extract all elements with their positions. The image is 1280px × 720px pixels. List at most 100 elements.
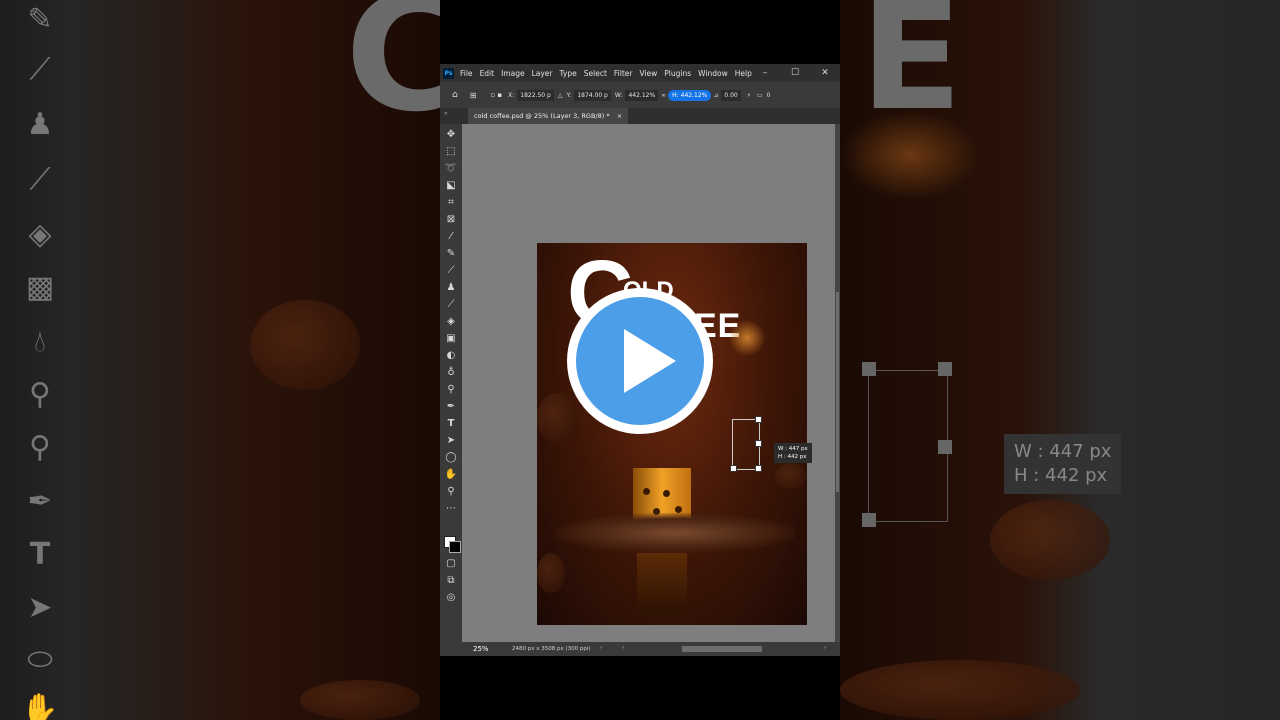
vertical-scrollbar[interactable] [835, 124, 840, 642]
menu-select[interactable]: Select [584, 69, 607, 78]
blurred-beans-bottom [300, 680, 420, 720]
ghost-history-icon: ⟋ [29, 162, 51, 197]
home-icon[interactable]: ⌂ [452, 90, 458, 100]
menu-edit[interactable]: Edit [480, 69, 495, 78]
close-button[interactable]: ✕ [810, 64, 840, 82]
generative-icon[interactable]: ◎ [444, 591, 458, 605]
crop-icon[interactable]: ⌗ [444, 196, 458, 210]
link-icon[interactable]: ∞ [661, 92, 666, 99]
maximize-button[interactable]: ☐ [780, 64, 810, 82]
frame-icon[interactable]: ⊠ [444, 213, 458, 227]
scroll-left-icon[interactable]: ‹ [622, 645, 624, 651]
height-field[interactable]: H: 442.12% [668, 89, 712, 101]
move-icon[interactable]: ✥ [444, 128, 458, 142]
document-info: 2480 px x 3508 px (300 ppi) [512, 646, 591, 652]
menu-file[interactable]: File [460, 69, 473, 78]
tools-panel: ✥ ⬚ ➰ ⬕ ⌗ ⊠ ⁄ ✎ ⟋ ♟ ⟋ ◈ ▣ ◐ ♁ ⚲ ✒ T ➤ ◯ … [440, 124, 462, 656]
ghost-path-icon: ➤ [27, 590, 53, 625]
zoom-small-icon[interactable]: ⚲ [444, 383, 458, 397]
reference-point-icon[interactable]: ⊞ [470, 91, 477, 100]
type-icon[interactable]: T [444, 417, 458, 431]
info-arrow-icon[interactable]: › [600, 645, 602, 651]
ghost-gradient-icon: ▩ [25, 270, 55, 305]
blurred-background-left: C ✎ ⟋ ♟ ⟋ ◈ ▩ 💧︎ ⚲ ⚲ ✒ T ➤ ⬭ ✋ [0, 0, 440, 720]
gradient-icon[interactable]: ▣ [444, 332, 458, 346]
options-trailing: 0 [766, 91, 771, 99]
brush-icon[interactable]: ⟋ [444, 264, 458, 278]
transform-handle[interactable] [730, 465, 737, 472]
eraser-icon[interactable]: ◈ [444, 315, 458, 329]
collapse-icon[interactable]: » [444, 110, 448, 117]
transform-handle[interactable] [755, 440, 762, 447]
menu-type[interactable]: Type [560, 69, 577, 78]
lasso-icon[interactable]: ➰ [444, 162, 458, 176]
blurred-beans-bottom [840, 660, 1080, 720]
angle-field[interactable]: 0.00 [721, 89, 741, 101]
menu-view[interactable]: View [639, 69, 657, 78]
scroll-right-icon[interactable]: › [824, 645, 826, 651]
main-menu: File Edit Image Layer Type Select Filter… [460, 69, 759, 78]
more-icon[interactable]: ⋯ [444, 502, 458, 516]
ghost-hand-icon: ✋ [21, 692, 59, 720]
menu-image[interactable]: Image [501, 69, 525, 78]
pen-icon[interactable]: ✒ [444, 400, 458, 414]
interpolation-icon[interactable]: ⚡ [747, 92, 751, 99]
blurred-handle [938, 440, 952, 454]
tab-cold-coffee[interactable]: cold coffee.psd @ 25% (Layer 3, RGB/8) *… [468, 108, 629, 124]
menu-layer[interactable]: Layer [532, 69, 553, 78]
eyedropper-icon[interactable]: ⁄ [444, 230, 458, 244]
reference-toggle-icon[interactable]: ▫ ▪ [490, 91, 502, 99]
zoom-level[interactable]: 25% [473, 645, 489, 653]
width-field[interactable]: 442.12% [625, 89, 659, 101]
zoom-icon[interactable]: ⚲ [444, 485, 458, 499]
transform-handle[interactable] [755, 465, 762, 472]
window-controls: – ☐ ✕ [750, 64, 840, 82]
screen-mode-icon[interactable]: ⧉ [444, 574, 458, 588]
video-frame: C ✎ ⟋ ♟ ⟋ ◈ ▩ 💧︎ ⚲ ⚲ ✒ T ➤ ⬭ ✋ E W : 447… [0, 0, 1280, 720]
blurred-handle [938, 362, 952, 376]
flying-bean [537, 393, 577, 443]
quick-mask-icon[interactable]: ▢ [444, 557, 458, 571]
stamp-icon[interactable]: ♟ [444, 281, 458, 295]
vertical-scroll-thumb[interactable] [836, 292, 839, 492]
menu-window[interactable]: Window [698, 69, 728, 78]
blurred-handle [862, 513, 876, 527]
y-field[interactable]: 1874.00 p [574, 89, 611, 101]
menu-plugins[interactable]: Plugins [664, 69, 691, 78]
blurred-handle [862, 362, 876, 376]
menu-filter[interactable]: Filter [614, 69, 633, 78]
x-field[interactable]: 1822.50 p [517, 89, 554, 101]
transform-handle[interactable] [755, 416, 762, 423]
warp-icon[interactable]: ▭ [757, 92, 763, 99]
transform-size-tooltip: W : 447 px H : 442 px [774, 443, 812, 463]
ghost-ellipse-icon: ⬭ [27, 642, 53, 677]
ghost-dodge-icon: ⚲ [29, 377, 51, 412]
flying-bean [537, 553, 565, 593]
marquee-icon[interactable]: ⬚ [444, 145, 458, 159]
close-tab-icon[interactable]: × [617, 112, 622, 120]
object-select-icon[interactable]: ⬕ [444, 179, 458, 193]
minimize-button[interactable]: – [750, 64, 780, 82]
ghost-healing-icon: ✎ [27, 2, 53, 37]
angle-icon: ⊿ [713, 91, 719, 99]
play-button-circle [576, 297, 704, 425]
dodge-icon[interactable]: ♁ [444, 366, 458, 380]
hand-icon[interactable]: ✋ [444, 468, 458, 482]
blurred-size-tooltip: W : 447 px H : 442 px [1004, 434, 1122, 494]
blur-icon[interactable]: ◐ [444, 349, 458, 363]
ghost-type-icon: T [29, 537, 51, 572]
document-tabs: » cold coffee.psd @ 25% (Layer 3, RGB/8)… [440, 108, 840, 124]
ghost-brush-icon: ⟋ [29, 52, 51, 87]
history-brush-icon[interactable]: ⟋ [444, 298, 458, 312]
ellipse-icon[interactable]: ◯ [444, 451, 458, 465]
healing-icon[interactable]: ✎ [444, 247, 458, 261]
path-select-icon[interactable]: ➤ [444, 434, 458, 448]
relative-position-icon[interactable]: △ [558, 92, 563, 99]
background-color-swatch[interactable] [449, 541, 461, 553]
blurred-selection-box [868, 370, 948, 522]
horizontal-scroll-thumb[interactable] [682, 646, 762, 652]
coffee-beans-pile [555, 513, 795, 553]
y-label: Y: [566, 91, 572, 99]
background-letter-c: C [345, 0, 440, 147]
play-button[interactable] [567, 288, 713, 434]
